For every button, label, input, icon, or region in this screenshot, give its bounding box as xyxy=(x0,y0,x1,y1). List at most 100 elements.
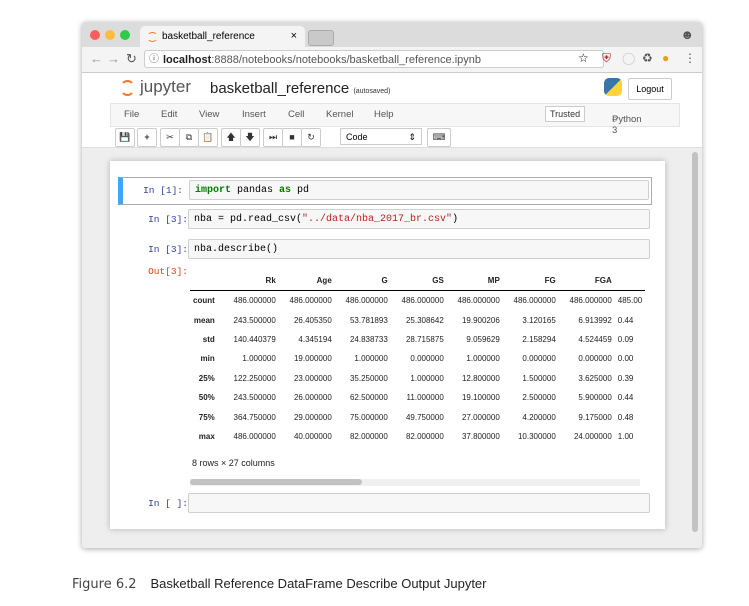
code-cell-4[interactable]: In [ ]: xyxy=(120,493,650,515)
menu-edit[interactable]: Edit xyxy=(161,109,177,120)
keyboard-shortcuts-button[interactable]: ⌨ xyxy=(427,128,451,147)
table-cell: 12.800000 xyxy=(461,373,500,383)
row-label: mean xyxy=(193,315,215,325)
code-token: as xyxy=(279,185,292,196)
code-input[interactable]: nba.describe() xyxy=(188,239,650,259)
table-cell: 19.000000 xyxy=(293,354,332,364)
row-label: max xyxy=(198,431,215,441)
restart-button[interactable]: ↻ xyxy=(301,128,321,147)
code-token: ) xyxy=(452,214,459,225)
menu-kernel[interactable]: Kernel xyxy=(326,109,353,120)
column-header: GS xyxy=(432,276,444,285)
jupyter-header: jupyter basketball_reference (autosaved)… xyxy=(82,73,702,103)
table-cell: 53.781893 xyxy=(349,315,388,325)
table-cell: 1.000000 xyxy=(410,373,444,383)
jupyter-logo[interactable]: jupyter xyxy=(120,77,191,97)
table-row: std 140.440379 4.345194 24.838733 28.715875 9… xyxy=(190,330,645,349)
reload-icon[interactable]: ↻ xyxy=(126,51,137,67)
browser-tab[interactable]: basketball_reference × xyxy=(140,26,305,47)
move-down-button[interactable]: 🡇 xyxy=(240,128,260,147)
table-cell: 1.000000 xyxy=(354,354,388,364)
code-cell-3[interactable]: In [3]: nba.describe() Out[3]: xyxy=(120,239,650,277)
cell-type-select[interactable]: Code ⇕ xyxy=(340,128,422,145)
bookmark-star-icon[interactable]: ☆ xyxy=(578,51,589,65)
info-icon: ⓘ xyxy=(149,54,159,65)
table-cell: 1.000000 xyxy=(466,354,500,364)
menu-insert[interactable]: Insert xyxy=(242,109,266,120)
run-button[interactable]: ⏭ xyxy=(263,128,283,147)
code-input[interactable]: import pandas as pd xyxy=(189,180,649,200)
code-cell-2[interactable]: In [3]: nba = pd.read_csv("../data/nba_2… xyxy=(120,209,650,231)
table-cell: 19.100000 xyxy=(461,393,500,403)
tab-title: basketball_reference xyxy=(162,31,255,42)
vertical-scrollbar[interactable] xyxy=(692,152,698,532)
table-row: count 486.000000 486.000000 486.000000 486.0… xyxy=(190,291,645,311)
url-input[interactable]: ⓘ localhost:8888/notebooks/notebooks/bask… xyxy=(144,50,604,68)
back-icon[interactable]: ← xyxy=(90,51,103,66)
figure-number: Figure 6.2 xyxy=(72,577,137,592)
table-cell: 19.900206 xyxy=(461,315,500,325)
code-input[interactable]: nba = pd.read_csv("../data/nba_2017_br.c… xyxy=(188,209,650,229)
table-cell: 1.000000 xyxy=(242,354,276,364)
minimize-window-button[interactable] xyxy=(105,30,115,40)
table-cell: 486.000000 xyxy=(513,296,556,306)
row-label: 25% xyxy=(198,373,215,383)
table-cell: 62.500000 xyxy=(349,393,388,403)
ublock-extension-icon[interactable]: ⛨ xyxy=(602,51,611,66)
table-row: 25% 122.250000 23.000000 35.250000 1.000000 1… xyxy=(190,369,645,388)
new-tab-button[interactable] xyxy=(308,30,334,46)
save-button[interactable]: 💾 xyxy=(115,128,135,147)
address-bar-row: ← → ↻ ⓘ localhost:8888/notebooks/notebook… xyxy=(82,47,702,73)
forward-icon[interactable]: → xyxy=(107,51,120,66)
jupyter-page: jupyter basketball_reference (autosaved)… xyxy=(82,73,702,548)
row-label: 75% xyxy=(198,412,215,422)
menu-cell[interactable]: Cell xyxy=(288,109,304,120)
table-cell: 82.000000 xyxy=(405,431,444,441)
table-cell: 2.500000 xyxy=(522,393,556,403)
table-cell: 485.00 xyxy=(617,296,643,306)
browser-window: basketball_reference × ☻ ← → ↻ ⓘ localhos… xyxy=(82,22,702,548)
cut-button[interactable]: ✂ xyxy=(160,128,180,147)
table-cell: 486.000000 xyxy=(233,431,276,441)
notebook-title[interactable]: basketball_reference (autosaved) xyxy=(210,80,390,97)
menu-kebab-icon[interactable]: ⋮ xyxy=(684,51,696,65)
paste-button[interactable]: 📋 xyxy=(198,128,218,147)
table-cell: 6.913992 xyxy=(578,315,612,325)
trusted-badge[interactable]: Trusted xyxy=(545,106,586,122)
index-header xyxy=(190,271,218,291)
menu-file[interactable]: File xyxy=(124,109,139,120)
cookie-extension-icon[interactable]: ● xyxy=(662,51,669,65)
table-cell: 82.000000 xyxy=(349,431,388,441)
input-prompt: In [3]: xyxy=(148,244,188,255)
profile-icon[interactable]: ☻ xyxy=(680,27,694,42)
table-cell: 0.48 xyxy=(617,412,634,422)
table-dimensions: 8 rows × 27 columns xyxy=(192,458,275,468)
scrollbar-thumb[interactable] xyxy=(190,479,362,485)
row-label: min xyxy=(200,354,215,364)
table-cell: 10.300000 xyxy=(517,431,556,441)
move-up-button[interactable]: 🡅 xyxy=(221,128,241,147)
extension-icon[interactable]: ◯ xyxy=(622,51,635,65)
logout-button[interactable]: Logout xyxy=(628,78,672,100)
table-cell: 29.000000 xyxy=(293,412,332,422)
code-input[interactable] xyxy=(188,493,650,513)
table-cell: 486.000000 xyxy=(345,296,388,306)
tab-close-icon[interactable]: × xyxy=(291,26,297,47)
horizontal-scrollbar[interactable] xyxy=(190,479,640,486)
table-cell: 35.250000 xyxy=(349,373,388,383)
insert-cell-button[interactable]: + xyxy=(137,128,157,147)
stop-button[interactable]: ■ xyxy=(282,128,302,147)
recycle-extension-icon[interactable]: ♻ xyxy=(642,51,653,65)
code-token: import xyxy=(195,185,232,196)
menu-view[interactable]: View xyxy=(199,109,219,120)
column-header: Age xyxy=(316,276,332,285)
table-cell: 37.800000 xyxy=(461,431,500,441)
table-cell: 486.000000 xyxy=(233,296,276,306)
input-prompt: In [ ]: xyxy=(148,498,188,509)
maximize-window-button[interactable] xyxy=(120,30,130,40)
menu-help[interactable]: Help xyxy=(374,109,394,120)
copy-button[interactable]: ⧉ xyxy=(179,128,199,147)
table-cell: 0.09 xyxy=(617,334,634,344)
close-window-button[interactable] xyxy=(90,30,100,40)
code-cell-1[interactable]: In [1]: import pandas as pd xyxy=(118,177,652,205)
